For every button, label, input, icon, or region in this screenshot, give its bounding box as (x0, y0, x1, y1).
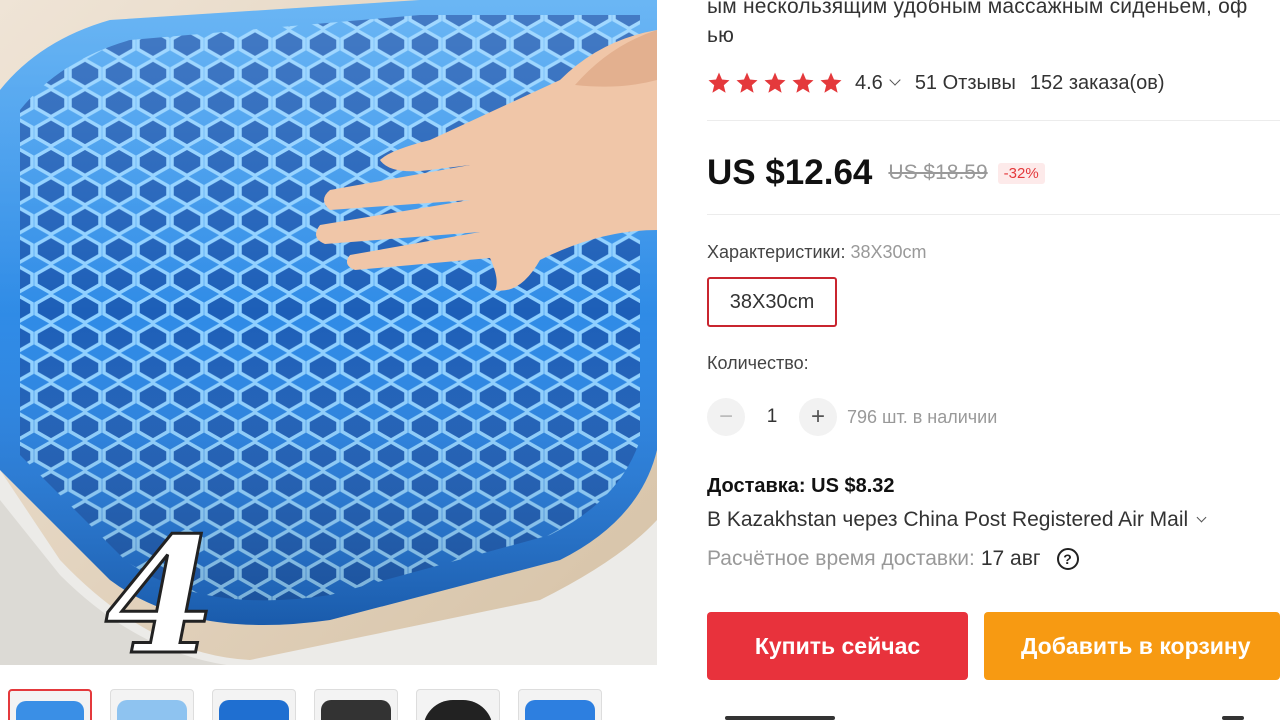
thumbnail-4[interactable] (314, 689, 398, 720)
quantity-value[interactable]: 1 (747, 406, 797, 428)
original-price: US $18.59 (888, 161, 988, 184)
rating-row: 4.6 51 Отзывы 152 заказа(ов) (707, 68, 1165, 98)
gel-seat-cushion-photo: 4 (0, 0, 657, 665)
thumbnail-strip (0, 665, 657, 720)
shipping-method-selector[interactable]: В Kazakhstan через China Post Registered… (707, 508, 1207, 532)
spec-label-text: Характеристики: (707, 242, 846, 262)
chevron-down-icon[interactable] (889, 74, 901, 86)
quantity-label: Количество: (707, 353, 809, 373)
help-icon[interactable]: ? (1056, 548, 1079, 570)
rating-stars (707, 71, 843, 95)
buy-now-button[interactable]: Купить сейчас (707, 612, 968, 680)
current-price: US $12.64 (707, 153, 873, 192)
star-icon (792, 72, 814, 93)
spec-selected-value: 38X30cm (850, 242, 927, 262)
star-icon (820, 72, 842, 93)
product-info-panel: ым нескользящим удобным массажным сидень… (707, 0, 1280, 720)
overlay-number: 4 (105, 502, 216, 665)
thumbnail-6[interactable] (518, 689, 602, 720)
divider (707, 120, 1280, 121)
delivery-estimate-label: Расчётное время доставки: (707, 547, 975, 570)
reviews-link[interactable]: 51 Отзывы (915, 72, 1016, 95)
quantity-decrease-button[interactable]: − (707, 398, 745, 436)
star-icon (708, 72, 730, 93)
product-main-image[interactable]: 4 (0, 0, 657, 665)
chevron-down-icon[interactable] (1196, 512, 1207, 522)
spec-option-38x30[interactable]: 38X30cm (707, 277, 837, 327)
truncated-bottom-row (725, 708, 835, 720)
divider (707, 214, 1280, 215)
shipping-cost: Доставка: US $8.32 (707, 475, 895, 497)
delivery-estimate: Расчётное время доставки: 17 авг ? (707, 547, 1079, 571)
thumbnail-1[interactable] (8, 689, 92, 720)
star-icon (736, 72, 758, 93)
quantity-increase-button[interactable]: + (799, 398, 837, 436)
product-title-line-1: ым нескользящим удобным массажным сидень… (707, 0, 1248, 18)
orders-count: 152 заказа(ов) (1029, 71, 1165, 94)
thumbnail-3[interactable] (212, 689, 296, 720)
shipping-method-text: В Kazakhstan через China Post Registered… (707, 508, 1189, 531)
add-to-cart-button[interactable]: Добавить в корзину (984, 612, 1280, 680)
spec-label: Характеристики: 38X30cm (707, 242, 927, 263)
product-title-line-2: ью (707, 24, 735, 47)
stock-availability: 796 шт. в наличии (847, 406, 998, 427)
star-icon (764, 72, 786, 93)
price-row: US $12.64 US $18.59 -32% (707, 150, 1045, 196)
thumbnail-5[interactable] (416, 689, 500, 720)
thumbnail-2[interactable] (110, 689, 194, 720)
discount-badge: -32% (997, 162, 1045, 184)
delivery-date: 17 авг (980, 547, 1041, 570)
quantity-stepper: − 1 + 796 шт. в наличии (707, 397, 997, 437)
truncated-bottom-row-end (1222, 708, 1244, 720)
rating-value[interactable]: 4.6 (855, 72, 883, 95)
